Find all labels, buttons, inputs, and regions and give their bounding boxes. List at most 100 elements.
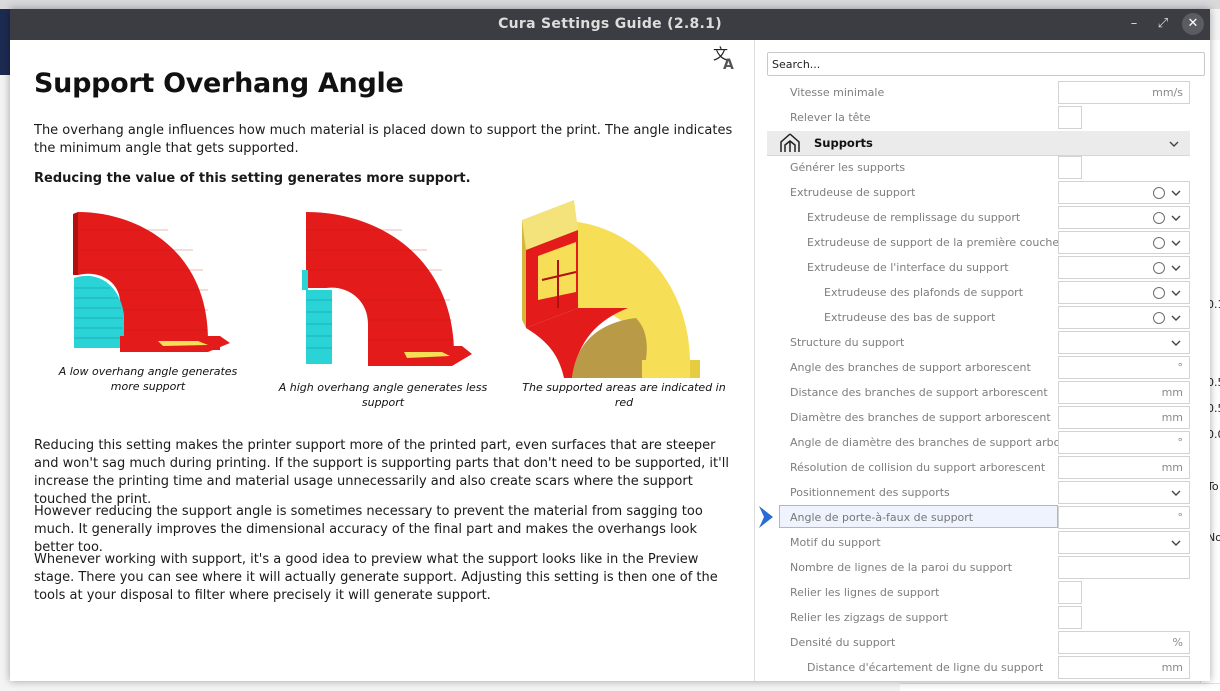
setting-label: Générer les supports — [790, 161, 906, 174]
chevron-down-icon — [1171, 290, 1181, 296]
svg-text:A: A — [723, 57, 734, 70]
support-icon — [780, 133, 800, 152]
section-header-supports[interactable]: Supports — [767, 131, 1190, 156]
setting-label: Vitesse minimale — [790, 86, 885, 99]
unit-label: mm — [1161, 661, 1183, 674]
setting-row: Diamètre des branches de support arbores… — [755, 405, 1210, 430]
settings-panel: Vitesse minimale mm/s Relever la tête Suppo… — [754, 40, 1210, 681]
setting-row: Extrudeuse des bas de support — [755, 305, 1210, 330]
setting-checkbox[interactable] — [1058, 581, 1082, 604]
setting-label: Relever la tête — [790, 111, 871, 124]
setting-value-field[interactable]: ° — [1058, 506, 1190, 529]
setting-value-field[interactable]: mm/s — [1058, 81, 1190, 104]
chevron-down-icon — [1171, 490, 1181, 496]
minimize-button[interactable]: – — [1123, 13, 1145, 35]
chevron-down-icon — [1171, 540, 1181, 546]
chevron-down-icon — [1170, 285, 1182, 299]
setting-row: Vitesse minimale mm/s — [755, 80, 1210, 105]
chevron-down-icon — [1170, 485, 1182, 499]
unit-label: % — [1172, 636, 1183, 649]
chevron-down-icon[interactable] — [1168, 136, 1180, 150]
article-pane: 文 A Support Overhang Angle The overhang … — [10, 40, 754, 681]
setting-checkbox[interactable] — [1058, 606, 1082, 629]
setting-row: Motif du support — [755, 530, 1210, 555]
unit-label: mm — [1161, 411, 1183, 424]
chevron-down-icon — [1171, 240, 1181, 246]
maximize-button[interactable]: ⤢ — [1152, 13, 1174, 35]
emphasis-paragraph: Reducing the value of this setting gener… — [34, 171, 471, 186]
setting-checkbox[interactable] — [1058, 156, 1082, 179]
setting-row: Relier les zigzags de support — [755, 605, 1210, 630]
search-input[interactable] — [767, 52, 1205, 76]
chevron-down-icon — [1170, 210, 1182, 224]
figure-caption: A high overhang angle generates less sup… — [278, 381, 488, 409]
setting-value-field[interactable]: % — [1058, 631, 1190, 654]
extruder-circle-icon — [1153, 212, 1165, 224]
setting-label: Relier les lignes de support — [790, 586, 940, 599]
extruder-select[interactable] — [1058, 181, 1190, 204]
setting-value-field[interactable]: mm — [1058, 456, 1190, 479]
setting-value-field[interactable]: mm — [1058, 406, 1190, 429]
setting-row: Positionnement des supports — [755, 480, 1210, 505]
setting-row: Angle de porte-à-faux de support ° — [755, 505, 1210, 530]
setting-value-field[interactable]: ° — [1058, 431, 1190, 454]
unit-label: ° — [1177, 436, 1184, 449]
body-paragraph: Reducing this setting makes the printer … — [34, 438, 729, 507]
setting-row: Relever la tête — [755, 105, 1210, 130]
setting-value-field[interactable]: mm — [1058, 656, 1190, 679]
high-angle-figure — [302, 212, 472, 366]
setting-label: Diamètre des branches de support arbores… — [790, 411, 1051, 424]
setting-value-field[interactable]: mm — [1058, 381, 1190, 404]
settings-guide-dialog: Cura Settings Guide (2.8.1) – ⤢ ✕ 文 A Su… — [10, 9, 1210, 681]
low-angle-figure — [73, 212, 230, 352]
section-header-label: Supports — [814, 136, 873, 150]
setting-label: Extrudeuse des bas de support — [824, 311, 996, 324]
setting-label: Angle des branches de support arborescen… — [790, 361, 1031, 374]
setting-label: Angle de porte-à-faux de support — [790, 511, 974, 524]
setting-label: Structure du support — [790, 336, 905, 349]
chevron-down-icon — [1171, 215, 1181, 221]
extruder-select[interactable] — [1058, 231, 1190, 254]
chevron-down-icon — [1170, 335, 1182, 349]
setting-value-field[interactable] — [1058, 556, 1190, 579]
setting-dropdown[interactable] — [1058, 481, 1190, 504]
setting-dropdown[interactable] — [1058, 331, 1190, 354]
setting-value-field[interactable]: ° — [1058, 356, 1190, 379]
setting-row: Distance des branches de support arbores… — [755, 380, 1210, 405]
extruder-select[interactable] — [1058, 306, 1190, 329]
figure-caption: A low overhang angle generates more supp… — [58, 365, 238, 393]
extruder-select[interactable] — [1058, 206, 1190, 229]
intro-paragraph: The overhang angle influences how much m… — [34, 123, 733, 156]
setting-row: Nombre de lignes de la paroi du support — [755, 555, 1210, 580]
setting-label: Distance d'écartement de ligne du suppor… — [807, 661, 1044, 674]
setting-label: Relier les zigzags de support — [790, 611, 948, 624]
page-title: Support Overhang Angle — [34, 68, 404, 99]
setting-row: Résolution de collision du support arbor… — [755, 455, 1210, 480]
extruder-select[interactable] — [1058, 256, 1190, 279]
unit-label: mm — [1161, 386, 1183, 399]
extruder-circle-icon — [1153, 312, 1165, 324]
setting-row: Angle de diamètre des branches de suppor… — [755, 430, 1210, 455]
setting-label: Angle de diamètre des branches de suppor… — [790, 436, 1058, 449]
setting-label: Résolution de collision du support arbor… — [790, 461, 1046, 474]
translate-icon[interactable]: 文 A — [712, 44, 738, 70]
unit-label: ° — [1177, 361, 1184, 374]
setting-row: Densité du support% — [755, 630, 1210, 655]
setting-label: Nombre de lignes de la paroi du support — [790, 561, 1013, 574]
setting-label: Densité du support — [790, 636, 896, 649]
extruder-select[interactable] — [1058, 281, 1190, 304]
setting-label: Motif du support — [790, 536, 881, 549]
setting-row: Extrudeuse de support — [755, 180, 1210, 205]
close-button[interactable]: ✕ — [1182, 13, 1204, 35]
setting-row: Extrudeuse de support de la première cou… — [755, 230, 1210, 255]
chevron-down-icon — [1170, 260, 1182, 274]
chevron-down-icon — [1171, 265, 1181, 271]
figure-caption: The supported areas are indicated in red — [522, 381, 726, 409]
chevron-down-icon — [1170, 235, 1182, 249]
setting-dropdown[interactable] — [1058, 531, 1190, 554]
setting-row: Distance d'écartement de ligne du suppor… — [755, 655, 1210, 680]
setting-row: Structure du support — [755, 330, 1210, 355]
setting-row: Relier les lignes de support — [755, 580, 1210, 605]
chevron-down-icon — [1170, 310, 1182, 324]
setting-checkbox[interactable] — [1058, 106, 1082, 129]
